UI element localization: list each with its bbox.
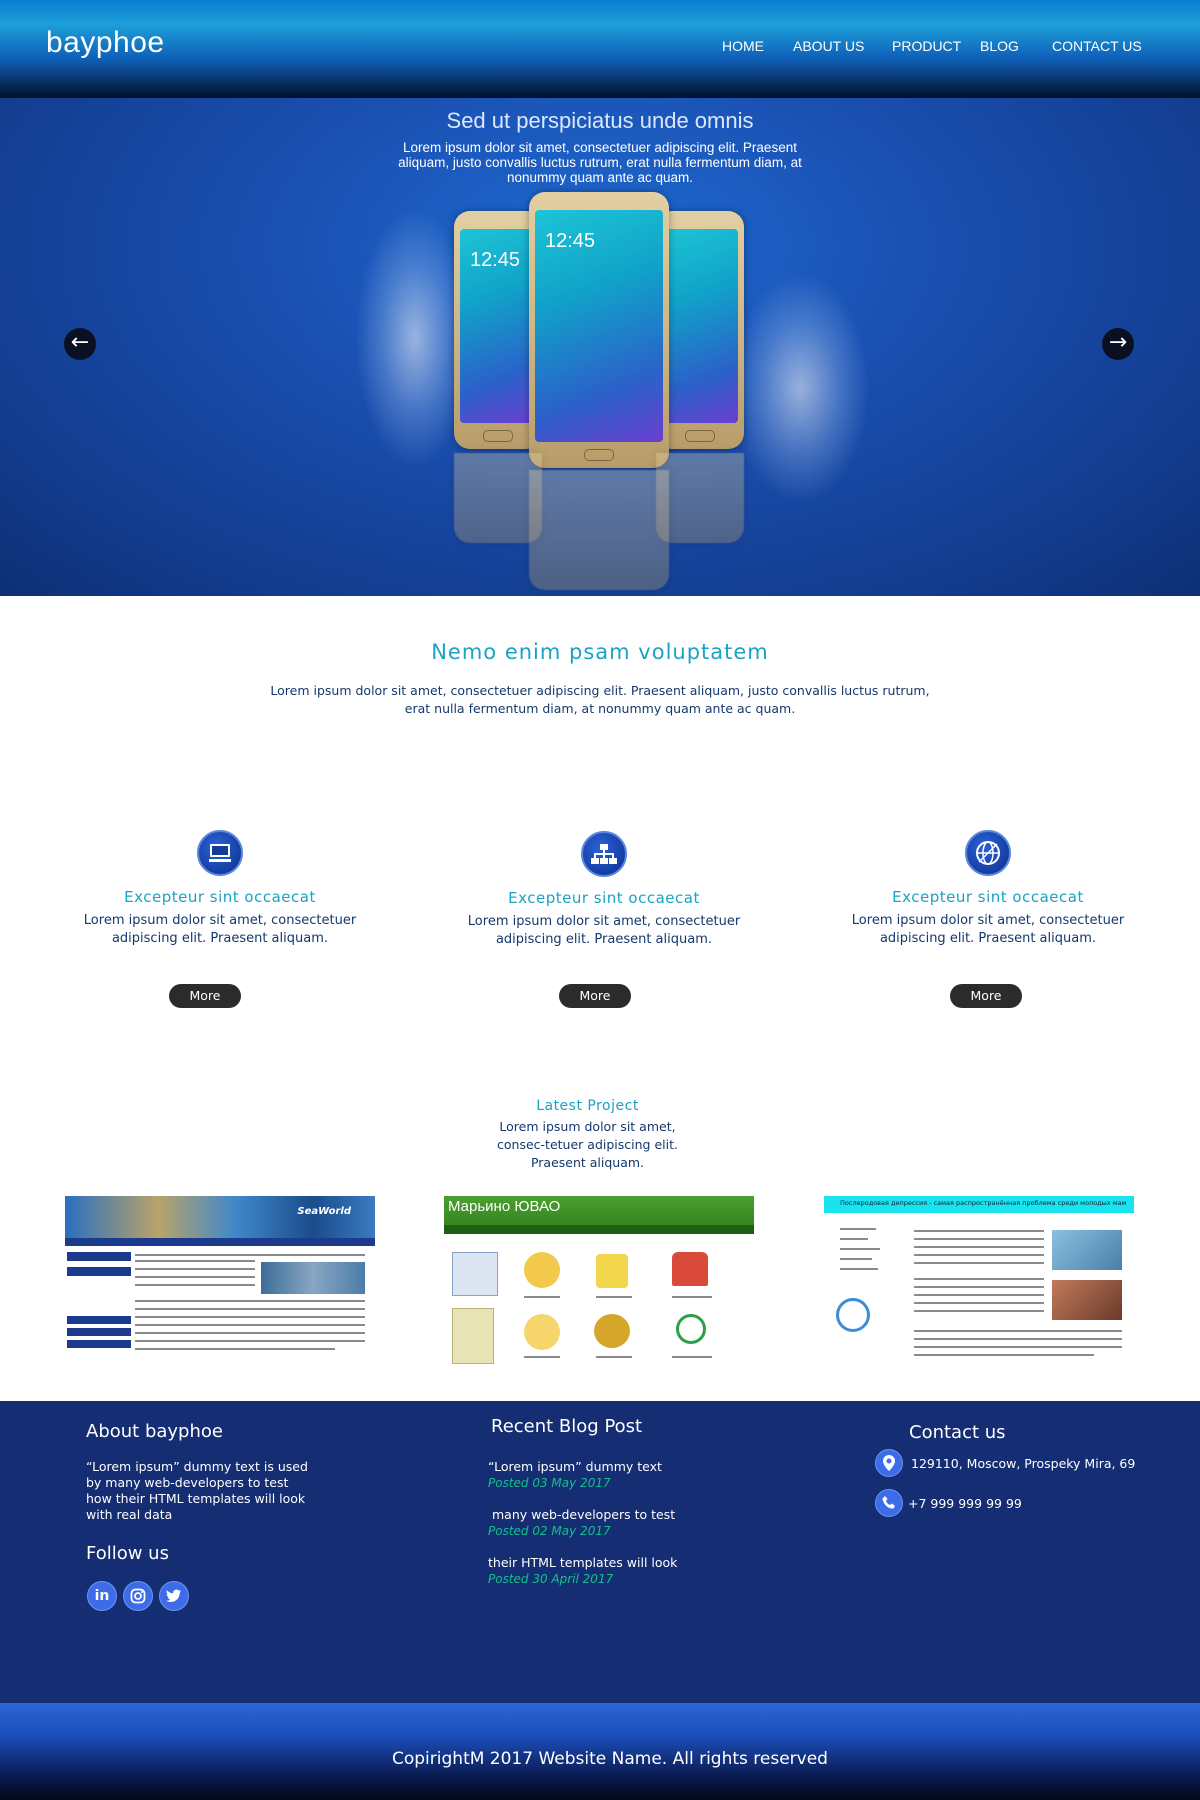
feature-title: Excepteur sint occaecat: [124, 888, 316, 906]
linkedin-icon[interactable]: in: [87, 1581, 117, 1611]
feature-card: Excepteur sint occaecat Lorem ipsum dolo…: [838, 830, 1138, 948]
latest-project-text: Lorem ipsum dolor sit amet, consec-tetue…: [497, 1119, 678, 1170]
feature-title: Excepteur sint occaecat: [892, 888, 1084, 906]
contact-address: 129110, Moscow, Prospeky Mira, 69: [911, 1456, 1136, 1471]
project-banner: SeaWorld: [65, 1196, 375, 1238]
phone-reflection: [529, 470, 669, 590]
phone-time: 12:45: [470, 249, 521, 271]
contact-phone[interactable]: +7 999 999 99 99: [908, 1496, 1022, 1512]
arrow-right-icon: →: [1108, 330, 1128, 355]
hero-slider: Sed ut perspiciatus unde omnis Lorem ips…: [0, 98, 1200, 596]
project-banner: Марьино ЮВАО: [444, 1196, 754, 1234]
nav-home[interactable]: HOME: [722, 38, 764, 54]
copyright-text: CopirightM 2017 Website Name. All rights…: [392, 1749, 828, 1769]
more-button[interactable]: More: [169, 984, 241, 1008]
blog-post-date: Posted 30 April 2017: [488, 1572, 614, 1586]
location-pin-icon: [875, 1449, 903, 1477]
project-banner: Послеродовая депрессия - самая распростр…: [824, 1196, 1134, 1213]
more-button[interactable]: More: [559, 984, 631, 1008]
project-banner-text: Послеродовая депрессия - самая распростр…: [840, 1199, 1127, 1207]
nav-about-us[interactable]: ABOUT US: [793, 38, 864, 54]
slider-prev-button[interactable]: ←: [64, 328, 96, 360]
phone-image-right: [656, 211, 744, 449]
project-thumbnail[interactable]: Марьино ЮВАО: [444, 1196, 754, 1366]
intro-title: Nemo enim psam voluptatem: [431, 640, 769, 664]
blog-post-link[interactable]: many web-developers to test: [492, 1507, 675, 1523]
feature-card: Excepteur sint occaecat Lorem ipsum dolo…: [70, 830, 370, 948]
phone-icon: [875, 1489, 903, 1517]
phone-image-center: 12:45: [529, 192, 669, 468]
footer-contact-title: Contact us: [909, 1422, 1006, 1443]
twitter-icon[interactable]: [159, 1581, 189, 1611]
arrow-left-icon: ←: [70, 330, 90, 355]
blog-post-date: Posted 02 May 2017: [488, 1524, 611, 1538]
feature-card: Excepteur sint occaecat Lorem ipsum dolo…: [454, 831, 754, 949]
nav-contact-us[interactable]: CONTACT US: [1052, 38, 1142, 54]
project-thumbnail[interactable]: Послеродовая депрессия - самая распростр…: [824, 1196, 1134, 1366]
network-icon: [581, 831, 627, 877]
intro-text: Lorem ipsum dolor sit amet, consectetuer…: [270, 683, 930, 716]
more-button[interactable]: More: [950, 984, 1022, 1008]
hero-title: Sed ut perspiciatus unde omnis: [446, 108, 754, 133]
nav-blog[interactable]: BLOG: [980, 38, 1019, 54]
project-banner-text: SeaWorld: [297, 1206, 351, 1217]
computer-icon: [197, 830, 243, 876]
feature-text: Lorem ipsum dolor sit amet, consectetuer…: [851, 913, 1125, 946]
sparkle-decoration: [730, 273, 870, 503]
phone-time: 12:45: [545, 230, 596, 252]
hero-text: Lorem ipsum dolor sit amet, consectetuer…: [398, 140, 802, 185]
blog-post-date: Posted 03 May 2017: [488, 1476, 611, 1490]
project-thumbnail[interactable]: SeaWorld: [65, 1196, 375, 1366]
feature-title: Excepteur sint occaecat: [508, 889, 700, 907]
copyright-bar: CopirightM 2017 Website Name. All rights…: [0, 1703, 1200, 1800]
footer-about-text: “Lorem ipsum” dummy text is used by many…: [86, 1459, 308, 1522]
blog-post-link[interactable]: their HTML templates will look: [488, 1555, 677, 1571]
globe-icon: [965, 830, 1011, 876]
phone-reflection: [656, 453, 744, 543]
slider-next-button[interactable]: →: [1102, 328, 1134, 360]
main-nav: HOME ABOUT US PRODUCT BLOG CONTACT US: [0, 38, 1200, 58]
latest-project-title: Latest Project: [536, 1098, 639, 1114]
feature-text: Lorem ipsum dolor sit amet, consectetuer…: [467, 914, 741, 947]
nav-product[interactable]: PRODUCT: [892, 38, 961, 54]
site-header: bayphoe HOME ABOUT US PRODUCT BLOG CONTA…: [0, 0, 1200, 98]
footer-follow-title: Follow us: [86, 1543, 169, 1564]
footer-blog-title: Recent Blog Post: [491, 1416, 643, 1437]
site-footer: About bayphoe “Lorem ipsum” dummy text i…: [0, 1401, 1200, 1703]
footer-about-title: About bayphoe: [86, 1421, 223, 1442]
blog-post-link[interactable]: “Lorem ipsum” dummy text: [488, 1459, 662, 1475]
feature-text: Lorem ipsum dolor sit amet, consectetuer…: [83, 913, 357, 946]
project-banner-text: Марьино ЮВАО: [448, 1198, 561, 1215]
instagram-icon[interactable]: [123, 1581, 153, 1611]
